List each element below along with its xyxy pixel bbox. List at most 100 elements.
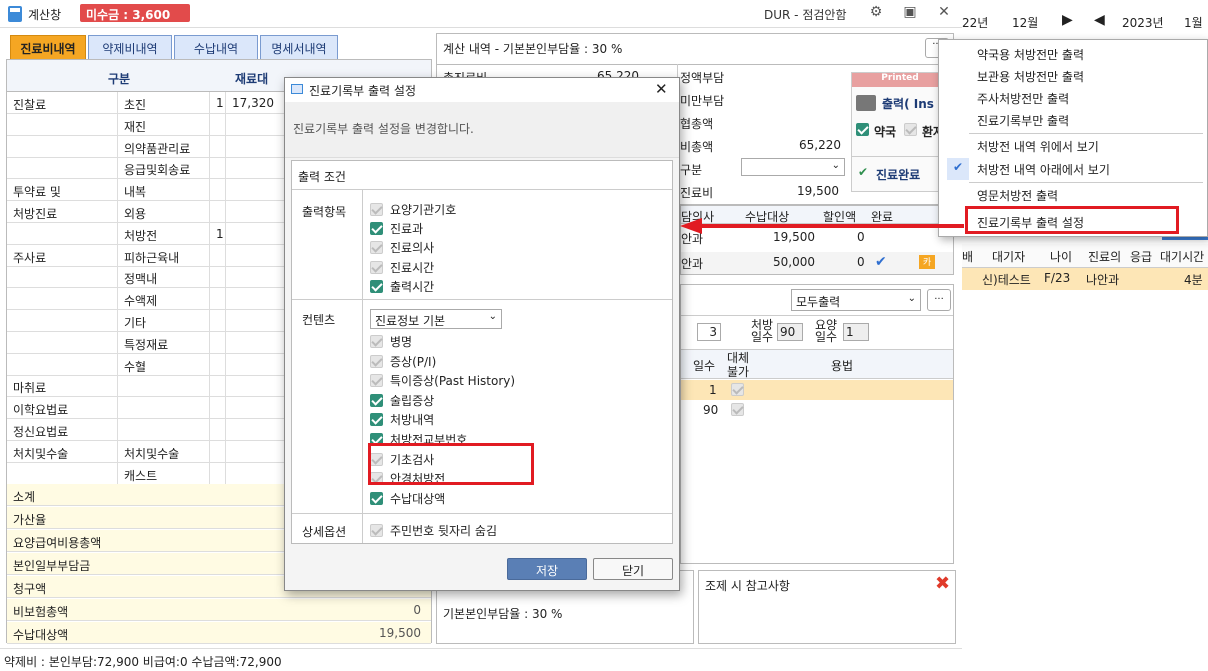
tab-drug-fee[interactable]: 약제비내역 <box>88 35 172 59</box>
fee-row-value <box>225 157 277 180</box>
fee-row-category <box>7 266 115 288</box>
option-label: 진료시간 <box>390 260 435 275</box>
category-select[interactable]: ⌄ <box>741 158 845 176</box>
menu-medical-record[interactable]: 진료기록부만 출력 <box>977 112 1069 129</box>
queue-header-doctor: 진료의 <box>1088 250 1122 264</box>
header-category: 구분 <box>107 72 131 86</box>
fee-row-count <box>209 266 225 289</box>
print-button[interactable]: 출력( Ins <box>882 95 934 112</box>
option-checkbox[interactable] <box>370 279 383 293</box>
section-contents: 컨텐츠 <box>302 313 336 327</box>
rx-more-button[interactable]: ··· <box>927 289 951 311</box>
option-label: 처방내역 <box>390 413 435 428</box>
menu-english-rx[interactable]: 영문처방전 출력 <box>977 187 1058 204</box>
fee-row-count: 1 <box>209 222 225 245</box>
cal1-next-icon[interactable]: ▶ <box>1062 12 1073 28</box>
card-icon[interactable]: 카 <box>919 255 935 269</box>
rx-days-input[interactable]: 90 <box>777 323 803 341</box>
complete-button[interactable]: ✔ 진료완료 <box>851 156 949 192</box>
queue-header-0: 배 <box>962 250 974 264</box>
window-title: 계산창 <box>28 8 62 22</box>
outstanding-badge: 미수금 : 3,600 <box>80 4 190 22</box>
check-icon: ✔ <box>858 165 869 179</box>
menu-view-below[interactable]: 처방전 내역 아래에서 보기 <box>977 161 1110 178</box>
option-checkbox[interactable] <box>370 335 383 348</box>
rx-row2-checkbox[interactable] <box>731 403 744 416</box>
annotation-arrow-line <box>700 224 964 228</box>
option-checkbox[interactable] <box>370 260 383 274</box>
option-checkbox[interactable] <box>370 524 383 537</box>
menu-injection-rx[interactable]: 주사처방전만 출력 <box>977 90 1069 107</box>
save-button[interactable]: 저장 <box>507 558 587 580</box>
patient-checkbox[interactable] <box>904 123 917 136</box>
care-days-input[interactable]: 1 <box>843 323 869 341</box>
fee-row-subcategory: 처치및수술 <box>117 440 209 463</box>
queue-header-name: 대기자 <box>992 250 1026 264</box>
output-conditions-group: 출력 조건 출력항목 요양기관기호 진료과 진료의사 진료시간 출력시간 컨텐츠 진료정… <box>291 160 673 544</box>
fee-row-subcategory <box>117 419 209 441</box>
option-label: 진료과 <box>390 222 424 237</box>
fee-row-subcategory: 캐스트 <box>117 462 209 485</box>
interval-input[interactable]: 3 <box>697 323 721 341</box>
dur-status[interactable]: DUR - 점검안함 <box>764 6 846 23</box>
settings-gear-icon[interactable]: ⚙ <box>866 4 886 24</box>
fee-row-category <box>7 354 115 376</box>
dialog-close-icon[interactable]: ✕ <box>655 80 668 98</box>
queue-header-age: 나이 <box>1050 250 1073 264</box>
option-checkbox[interactable] <box>370 222 383 236</box>
note-label: 조제 시 참고사항 <box>705 579 790 593</box>
fee-row-count <box>209 179 225 202</box>
fee-row-subcategory: 정맥내 <box>117 266 209 289</box>
option-checkbox[interactable] <box>370 491 383 505</box>
summary-label: 가산율 <box>13 513 47 527</box>
fee-row-category <box>7 310 115 332</box>
option-checkbox[interactable] <box>370 413 383 427</box>
tab-medical-fee[interactable]: 진료비내역 <box>10 35 86 59</box>
cal2-prev-icon[interactable]: ◀ <box>1094 12 1105 28</box>
chevron-down-icon: ⌄ <box>488 311 497 322</box>
option-checkbox[interactable] <box>370 203 383 216</box>
cal1-month: 12월 <box>1012 16 1039 30</box>
fee-row-subcategory <box>117 375 209 398</box>
complete-label: 진료완료 <box>876 168 921 182</box>
calc-right-label-0: 정액부담 <box>680 71 725 85</box>
option-checkbox[interactable] <box>370 393 383 407</box>
rx-row1-checkbox[interactable] <box>731 383 744 396</box>
fee-row-count <box>209 462 225 485</box>
summary-row: 수납대상액 19,500 <box>7 622 431 644</box>
menu-view-above[interactable]: 처방전 내역 위에서 보기 <box>977 138 1099 155</box>
fee-row-subcategory: 재진 <box>117 113 209 136</box>
fee-row-count <box>209 135 225 158</box>
fee-row-value <box>225 179 277 202</box>
contents-select[interactable]: 진료정보 기본 ⌄ <box>370 309 502 329</box>
layout-toggle-icon[interactable]: ▣ <box>900 4 920 24</box>
close-button[interactable]: 닫기 <box>593 558 673 580</box>
option-checkbox[interactable] <box>370 241 383 255</box>
fee-row-value <box>225 222 277 245</box>
close-icon[interactable]: ✕ <box>934 4 954 24</box>
rx-row2-days: 90 <box>703 403 719 417</box>
highlight-box <box>368 443 534 485</box>
fee-row-count <box>209 288 225 311</box>
pay-header-complete: 완료 <box>871 210 894 224</box>
tab-payment[interactable]: 수납내역 <box>174 35 258 59</box>
fee-row-count <box>209 419 225 441</box>
menu-record-settings[interactable]: 진료기록부 출력 설정 <box>977 214 1084 231</box>
fee-row-value <box>225 310 277 332</box>
menu-archive-rx[interactable]: 보관용 처방전만 출력 <box>977 68 1084 85</box>
tab-statement[interactable]: 명세서내역 <box>260 35 338 59</box>
fee-row-category: 진찰료 <box>13 98 47 112</box>
delete-icon[interactable]: ✖ <box>935 573 950 594</box>
menu-pharmacy-rx[interactable]: 약국용 처방전만 출력 <box>977 46 1084 63</box>
summary-label: 소계 <box>13 490 36 504</box>
summary-label: 비보험총액 <box>13 605 69 619</box>
print-mode-select[interactable]: 모두출력 ⌄ <box>791 289 921 311</box>
pay-row2-discount: 0 <box>857 255 865 269</box>
fee-row-count <box>209 397 225 420</box>
option-checkbox[interactable] <box>370 374 383 388</box>
option-checkbox[interactable] <box>370 354 383 368</box>
fee-row-category: 이학요법료 <box>13 403 69 418</box>
pharmacy-checkbox[interactable] <box>856 123 869 136</box>
calc-right-label-1: 미만부담 <box>680 94 725 108</box>
pay-header-amount: 수납대상 <box>745 210 790 224</box>
